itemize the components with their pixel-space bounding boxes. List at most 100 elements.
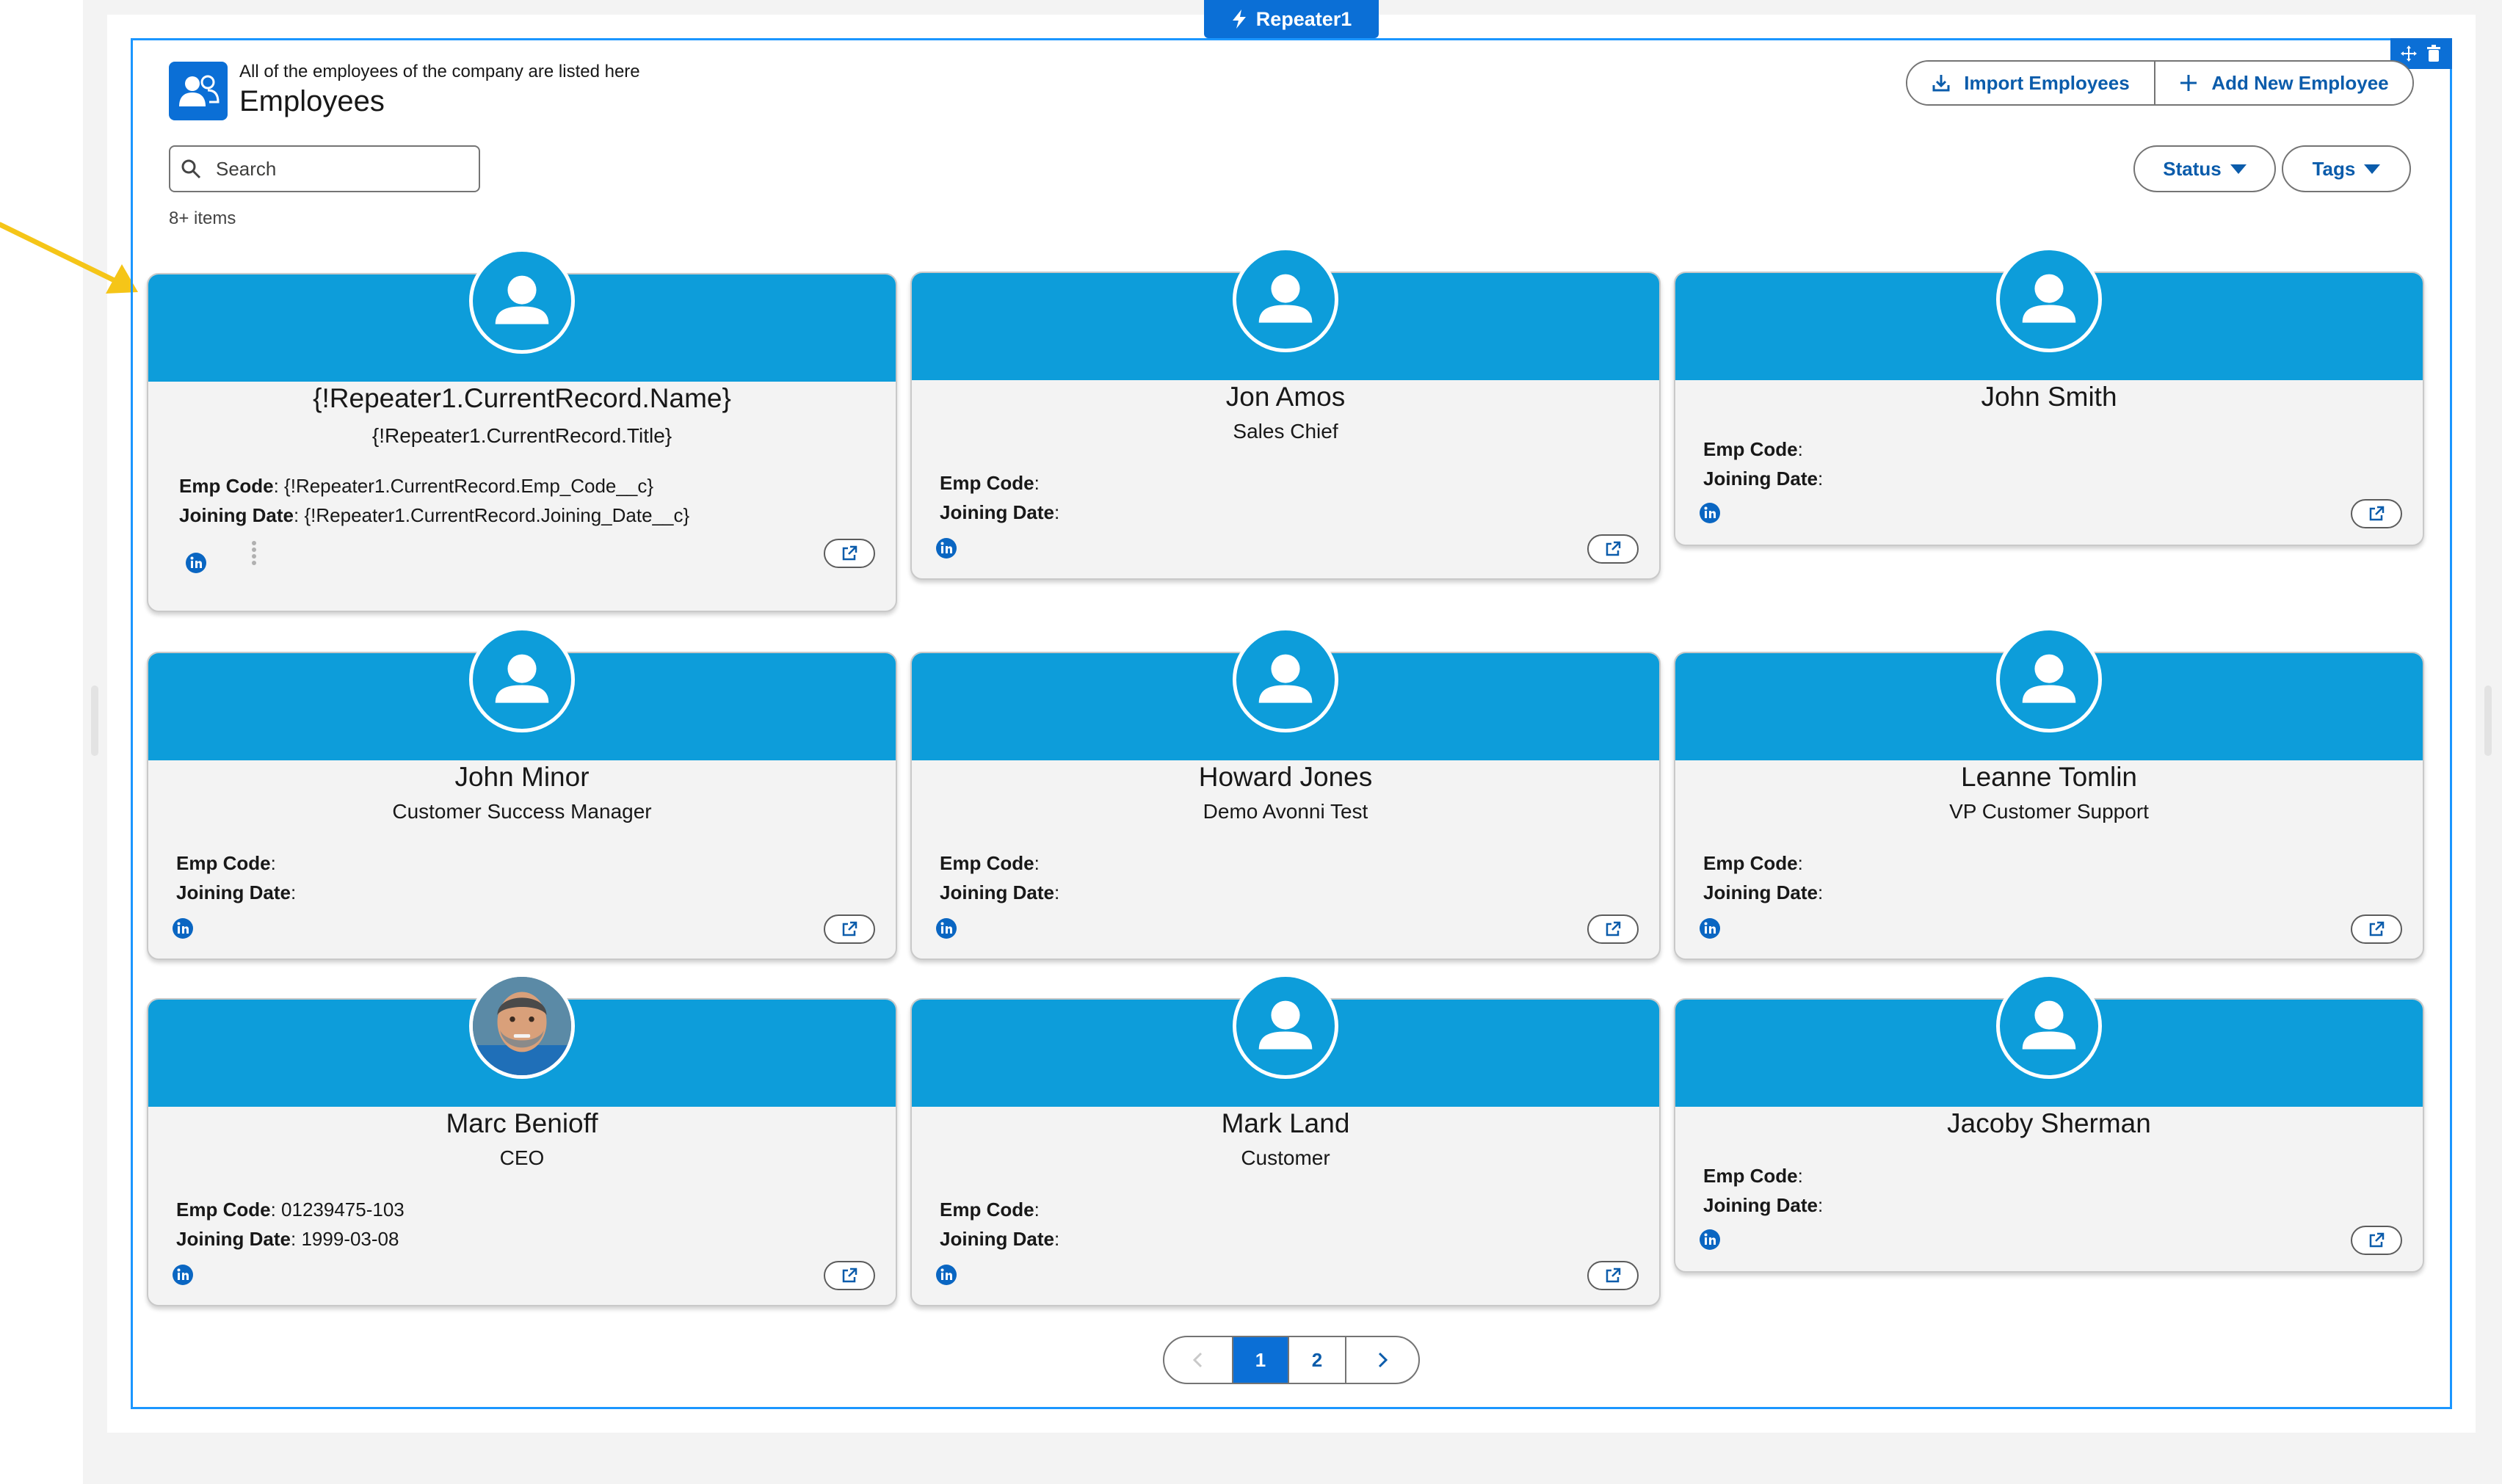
avatar bbox=[1996, 973, 2102, 1079]
joining-date-label: Joining Date bbox=[1703, 1194, 1819, 1216]
open-record-button[interactable] bbox=[1587, 914, 1639, 944]
joining-date-label: Joining Date bbox=[1703, 468, 1819, 490]
linkedin-icon[interactable] bbox=[1699, 1229, 1721, 1251]
open-record-button[interactable] bbox=[2351, 499, 2402, 528]
drag-handle-icon[interactable] bbox=[251, 540, 257, 565]
avatar bbox=[1233, 627, 1338, 732]
emp-code-label: Emp Code bbox=[1703, 1165, 1798, 1187]
open-record-button[interactable] bbox=[824, 539, 875, 568]
status-filter-label: Status bbox=[2163, 157, 2222, 180]
add-new-employee-button[interactable]: Add New Employee bbox=[2155, 62, 2412, 104]
emp-code-label: Emp Code bbox=[176, 852, 271, 874]
employee-card[interactable]: John Smith Emp Code: Joining Date: bbox=[1674, 247, 2424, 546]
employee-name: Leanne Tomlin bbox=[1961, 762, 2137, 792]
employee-title: Customer bbox=[1241, 1146, 1330, 1169]
lightning-icon bbox=[1232, 10, 1246, 29]
tags-filter-label: Tags bbox=[2312, 157, 2356, 180]
user-icon bbox=[2022, 1000, 2076, 1050]
open-record-button[interactable] bbox=[824, 1261, 875, 1290]
employee-card[interactable]: Howard Jones Demo Avonni Test Emp Code: … bbox=[910, 627, 1661, 960]
joining-date-label: Joining Date bbox=[940, 1228, 1055, 1250]
tags-filter-button[interactable]: Tags bbox=[2282, 145, 2411, 192]
employee-name: John Smith bbox=[1981, 382, 2117, 412]
emp-code-label: Emp Code bbox=[179, 475, 274, 497]
emp-code-label: Emp Code bbox=[176, 1199, 271, 1221]
emp-code-label: Emp Code bbox=[940, 852, 1034, 874]
people-icon bbox=[179, 75, 220, 106]
caret-down-icon bbox=[2364, 164, 2381, 174]
joining-date-label: Joining Date bbox=[940, 881, 1055, 903]
search-box bbox=[169, 145, 480, 192]
employee-name: {!Repeater1.CurrentRecord.Name} bbox=[313, 383, 731, 413]
search-input[interactable] bbox=[216, 157, 451, 181]
joining-date-value: {!Repeater1.CurrentRecord.Joining_Date__… bbox=[299, 504, 690, 526]
employee-title: VP Customer Support bbox=[1949, 800, 2149, 823]
employee-title: {!Repeater1.CurrentRecord.Title} bbox=[371, 424, 672, 447]
joining-date-label: Joining Date bbox=[1703, 881, 1819, 903]
linkedin-icon[interactable] bbox=[935, 917, 957, 939]
left-resize-handle[interactable] bbox=[91, 685, 98, 756]
external-link-icon bbox=[842, 921, 857, 936]
user-icon bbox=[495, 654, 549, 703]
linkedin-icon[interactable] bbox=[935, 1264, 957, 1286]
avatar bbox=[1996, 627, 2102, 732]
employee-fields: Emp Code: Joining Date: bbox=[176, 852, 297, 903]
search-icon bbox=[181, 159, 201, 179]
employee-card[interactable]: Jacoby Sherman Emp Code: Joining Date: bbox=[1674, 973, 2424, 1273]
employee-card[interactable]: Marc Benioff CEO Emp Code: 01239475-103 … bbox=[147, 973, 897, 1306]
external-link-icon bbox=[2369, 921, 2385, 936]
emp-code-label: Emp Code bbox=[940, 1199, 1034, 1221]
avatar bbox=[1233, 973, 1338, 1079]
open-record-button[interactable] bbox=[2351, 1226, 2402, 1255]
repeater-component-tab[interactable]: Repeater1 bbox=[1204, 0, 1379, 38]
user-icon bbox=[495, 275, 549, 324]
linkedin-icon[interactable] bbox=[172, 1264, 194, 1286]
status-filter-button[interactable]: Status bbox=[2133, 145, 2276, 192]
download-icon bbox=[1932, 75, 1950, 92]
open-record-button[interactable] bbox=[1587, 1261, 1639, 1290]
add-new-employee-label: Add New Employee bbox=[2211, 71, 2389, 94]
employee-fields: Emp Code: Joining Date: bbox=[1703, 1165, 1824, 1216]
linkedin-icon[interactable] bbox=[1699, 917, 1721, 939]
external-link-icon bbox=[1606, 541, 1621, 556]
employee-name: Marc Benioff bbox=[446, 1108, 598, 1138]
employee-card[interactable]: John Minor Customer Success Manager Emp … bbox=[147, 627, 897, 960]
next-page-button[interactable] bbox=[1346, 1337, 1418, 1383]
move-icon[interactable] bbox=[2400, 45, 2418, 62]
repeater-tab-label: Repeater1 bbox=[1255, 7, 1352, 30]
employee-title: Sales Chief bbox=[1233, 420, 1338, 443]
linkedin-icon[interactable] bbox=[935, 537, 957, 559]
profile-photo bbox=[473, 977, 571, 1075]
linkedin-icon[interactable] bbox=[185, 552, 207, 574]
open-record-button[interactable] bbox=[824, 914, 875, 944]
page-button[interactable]: 2 bbox=[1289, 1337, 1346, 1383]
import-employees-button[interactable]: Import Employees bbox=[1907, 62, 2155, 104]
linkedin-icon[interactable] bbox=[1699, 502, 1721, 524]
annotation-arrow bbox=[0, 222, 138, 294]
employee-title: CEO bbox=[499, 1146, 545, 1169]
right-resize-handle[interactable] bbox=[2484, 685, 2492, 756]
external-link-icon bbox=[2369, 506, 2385, 521]
joining-date-label: Joining Date bbox=[176, 881, 291, 903]
employee-card[interactable]: Leanne Tomlin VP Customer Support Emp Co… bbox=[1674, 627, 2424, 960]
employee-card[interactable]: {!Repeater1.CurrentRecord.Name} {!Repeat… bbox=[147, 248, 897, 612]
employee-card[interactable]: Mark Land Customer Emp Code: Joining Dat… bbox=[910, 973, 1661, 1306]
delete-icon[interactable] bbox=[2425, 45, 2443, 62]
employee-name: Howard Jones bbox=[1198, 762, 1373, 792]
open-record-button[interactable] bbox=[1587, 534, 1639, 564]
joining-date-label: Joining Date bbox=[940, 501, 1055, 523]
employee-card[interactable]: Jon Amos Sales Chief Emp Code: Joining D… bbox=[910, 247, 1661, 580]
employee-name: Mark Land bbox=[1221, 1108, 1350, 1138]
avatar bbox=[1996, 247, 2102, 352]
item-count: 8+ items bbox=[169, 208, 236, 228]
chevron-left-icon bbox=[1192, 1352, 1203, 1368]
user-icon bbox=[1258, 654, 1313, 703]
caret-down-icon bbox=[2230, 164, 2247, 174]
chevron-right-icon bbox=[1378, 1352, 1388, 1368]
page-button-current[interactable]: 1 bbox=[1233, 1337, 1289, 1383]
previous-page-button[interactable] bbox=[1164, 1337, 1233, 1383]
employee-fields: Emp Code: Joining Date: bbox=[940, 1199, 1060, 1250]
open-record-button[interactable] bbox=[2351, 914, 2402, 944]
linkedin-icon[interactable] bbox=[172, 917, 194, 939]
emp-code-value: 01239475-103 bbox=[275, 1199, 405, 1221]
